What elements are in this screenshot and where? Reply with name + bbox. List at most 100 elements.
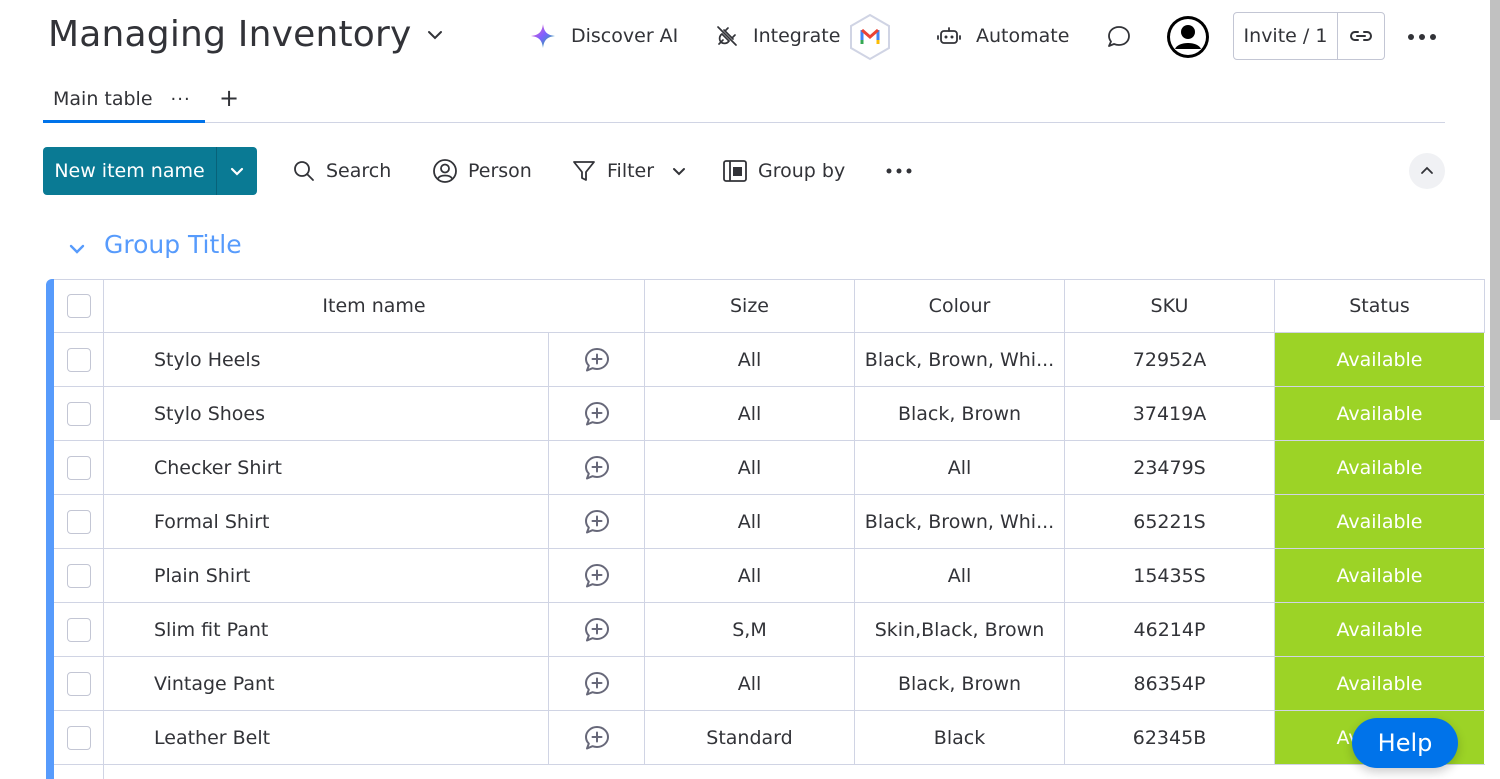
row-select-cell[interactable] [54,441,104,494]
tab-main-table[interactable]: Main table ··· [43,78,205,123]
table-row[interactable]: Slim fit Pant S,M Skin,Black, Brown 46214P A… [54,603,1485,657]
chevron-down-icon[interactable] [424,24,446,46]
help-button[interactable]: Help [1352,718,1458,768]
vertical-scrollbar[interactable] [1490,0,1500,420]
board-title[interactable]: Managing Inventory [48,14,412,55]
row-checkbox[interactable] [66,563,91,588]
column-header-size[interactable]: Size [645,280,855,332]
start-conversation-button[interactable] [549,603,645,656]
automate-button[interactable]: Automate [936,22,1069,50]
size-cell[interactable]: All [645,333,855,386]
status-cell[interactable]: Available [1275,549,1485,602]
collapse-header-button[interactable] [1409,153,1445,189]
start-conversation-button[interactable] [549,495,645,548]
filter-button[interactable]: Filter [571,156,688,186]
search-button[interactable]: Search [292,156,391,186]
status-cell[interactable]: Available [1275,495,1485,548]
size-cell[interactable]: All [645,657,855,710]
start-conversation-button[interactable] [549,441,645,494]
table-row[interactable]: Checker Shirt All All 23479S Available [54,441,1485,495]
table-row[interactable]: Formal Shirt All Black, Brown, Whi... 65221… [54,495,1485,549]
table-row[interactable]: Plain Shirt All All 15435S Available [54,549,1485,603]
start-conversation-button[interactable] [549,549,645,602]
item-name-cell[interactable]: Stylo Heels [104,333,549,386]
row-checkbox[interactable] [66,401,91,426]
table-row[interactable]: Stylo Heels All Black, Brown, Whi... 72952A… [54,333,1485,387]
group-collapse-icon[interactable] [66,238,88,260]
size-cell[interactable]: All [645,441,855,494]
chat-icon[interactable] [1106,24,1132,50]
column-header-sku[interactable]: SKU [1065,280,1275,332]
row-select-cell[interactable] [54,549,104,602]
column-header-colour[interactable]: Colour [855,280,1065,332]
row-select-cell[interactable] [54,657,104,710]
chevron-down-icon[interactable] [670,162,688,180]
new-item-dropdown[interactable] [217,147,257,195]
sku-cell[interactable]: 23479S [1065,441,1275,494]
copy-link-button[interactable] [1338,13,1384,59]
invite-button[interactable]: Invite / 1 [1234,13,1338,59]
row-select-cell[interactable] [54,387,104,440]
sku-cell[interactable]: 15435S [1065,549,1275,602]
status-cell[interactable]: Available [1275,657,1485,710]
group-by-button[interactable]: Group by [722,156,845,186]
status-cell[interactable]: Available [1275,387,1485,440]
column-header-status[interactable]: Status [1275,280,1485,332]
item-name-cell[interactable]: Leather Belt [104,711,549,764]
item-name-cell[interactable]: Stylo Shoes [104,387,549,440]
table-row[interactable]: Vintage Pant All Black, Brown 86354P Availab… [54,657,1485,711]
table-row[interactable]: Stylo Shoes All Black, Brown 37419A Availabl… [54,387,1485,441]
more-options-button[interactable] [1405,24,1439,50]
avatar[interactable] [1167,16,1209,58]
select-all-cell[interactable] [54,280,104,332]
size-cell[interactable]: Standard [645,711,855,764]
colour-cell[interactable]: All [855,441,1065,494]
status-cell[interactable]: Available [1275,441,1485,494]
start-conversation-button[interactable] [549,387,645,440]
row-checkbox[interactable] [66,617,91,642]
row-select-cell[interactable] [54,333,104,386]
colour-cell[interactable]: Black, Brown, Whi... [855,333,1065,386]
size-cell[interactable]: All [645,549,855,602]
column-header-item-name[interactable]: Item name [104,280,645,332]
colour-cell[interactable]: Black [855,711,1065,764]
sku-cell[interactable]: 62345B [1065,711,1275,764]
row-select-cell[interactable] [54,603,104,656]
item-name-cell[interactable]: Formal Shirt [104,495,549,548]
item-name-cell[interactable]: Vintage Pant [104,657,549,710]
row-checkbox[interactable] [66,671,91,696]
row-checkbox[interactable] [66,725,91,750]
table-row[interactable]: Leather BeltStandardBlack62345BAvailable [54,711,1485,765]
status-cell[interactable]: Available [1275,603,1485,656]
colour-cell[interactable]: Black, Brown [855,387,1065,440]
colour-cell[interactable]: Skin,Black, Brown [855,603,1065,656]
integrate-button[interactable]: Integrate [715,22,840,50]
add-view-button[interactable]: + [217,84,241,112]
person-filter-button[interactable]: Person [432,156,532,186]
toolbar-more-button[interactable] [884,158,914,184]
row-checkbox[interactable] [66,347,91,372]
size-cell[interactable]: All [645,495,855,548]
tab-options-icon[interactable]: ··· [171,89,191,110]
sku-cell[interactable]: 65221S [1065,495,1275,548]
colour-cell[interactable]: Black, Brown [855,657,1065,710]
new-item-button[interactable]: New item name [43,147,217,195]
status-cell[interactable]: Available [1275,333,1485,386]
select-all-checkbox[interactable] [66,294,91,318]
row-select-cell[interactable] [54,495,104,548]
item-name-cell[interactable]: Checker Shirt [104,441,549,494]
group-title[interactable]: Group Title [104,230,242,259]
colour-cell[interactable]: Black, Brown, Whi... [855,495,1065,548]
size-cell[interactable]: All [645,387,855,440]
start-conversation-button[interactable] [549,711,645,764]
start-conversation-button[interactable] [549,333,645,386]
sku-cell[interactable]: 86354P [1065,657,1275,710]
discover-ai-button[interactable]: Discover AI [529,22,678,50]
sku-cell[interactable]: 72952A [1065,333,1275,386]
size-cell[interactable]: S,M [645,603,855,656]
row-checkbox[interactable] [66,509,91,534]
colour-cell[interactable]: All [855,549,1065,602]
item-name-cell[interactable]: Slim fit Pant [104,603,549,656]
item-name-cell[interactable]: Plain Shirt [104,549,549,602]
row-select-cell[interactable] [54,711,104,764]
